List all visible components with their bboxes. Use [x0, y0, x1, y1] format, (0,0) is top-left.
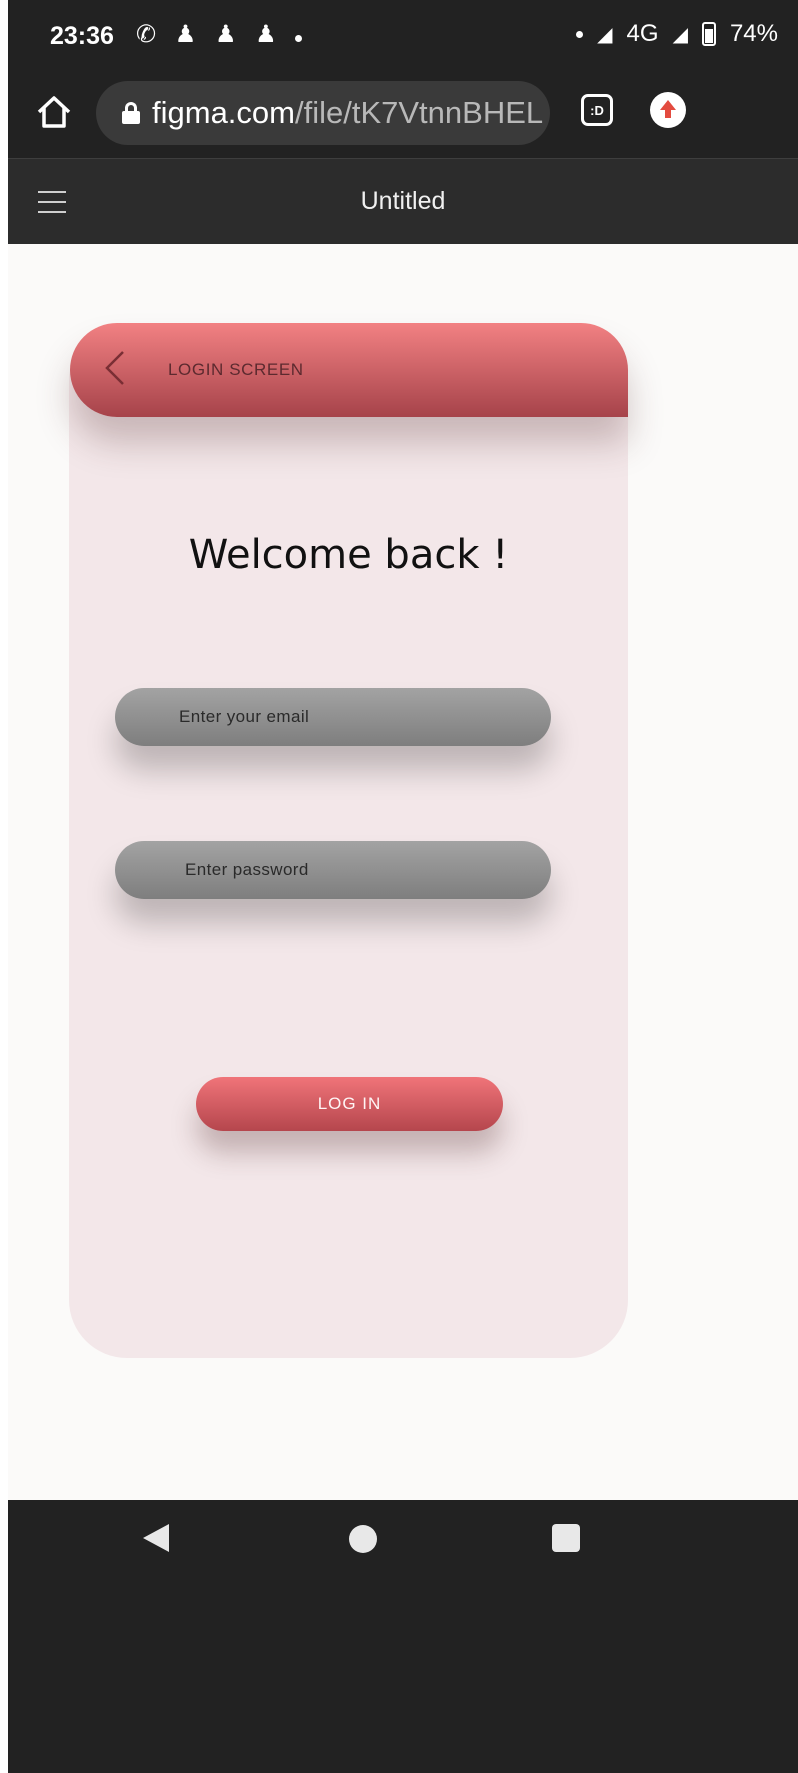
battery-icon [701, 22, 716, 46]
dot-icon [576, 30, 584, 38]
password-placeholder: Enter password [185, 860, 309, 879]
email-placeholder: Enter your email [179, 707, 310, 726]
android-nav-bar [8, 1500, 798, 1773]
status-time: 23:36 [50, 22, 114, 50]
dot-icon [295, 35, 303, 42]
email-field[interactable]: Enter your email [115, 688, 551, 746]
battery-percent: 74% [729, 20, 778, 47]
nav-home-icon[interactable] [349, 1525, 377, 1553]
phone-screen: 23:36 ✆ ♟ ♟ ♟ ◢ 4G ◢ 74% figma.com/file/… [8, 0, 798, 1773]
nav-back-icon[interactable] [143, 1524, 169, 1552]
welcome-heading: Welcome back ! [188, 532, 509, 578]
chevron-left-icon[interactable] [104, 350, 126, 386]
lock-icon [122, 102, 140, 124]
notification-icons: ✆ ♟ ♟ ♟ [136, 20, 303, 49]
signal-icon: ◢ [672, 23, 688, 46]
file-title[interactable]: Untitled [8, 187, 798, 216]
password-field[interactable]: Enter password [115, 841, 551, 899]
upload-icon[interactable] [650, 92, 686, 128]
login-button[interactable]: LOG IN [196, 1077, 503, 1131]
url-host: figma.com [152, 95, 295, 130]
login-header: LOGIN SCREEN [70, 323, 628, 417]
figma-header: Untitled [8, 158, 798, 244]
header-label: LOGIN SCREEN [168, 360, 304, 379]
url-path: /file/tK7VtnnBHEL [294, 95, 544, 130]
status-right: ◢ 4G ◢ 74% [576, 20, 778, 48]
signal-icon: ◢ [597, 23, 613, 46]
network-type: 4G [626, 20, 659, 47]
home-icon[interactable] [34, 92, 74, 132]
status-bar: 23:36 ✆ ♟ ♟ ♟ ◢ 4G ◢ 74% [8, 0, 798, 72]
nav-recents-icon[interactable] [552, 1524, 580, 1552]
tab-switcher-icon[interactable]: :D [581, 94, 613, 126]
url-bar[interactable]: figma.com/file/tK7VtnnBHEL [96, 81, 550, 145]
browser-toolbar: figma.com/file/tK7VtnnBHEL :D [8, 72, 798, 158]
